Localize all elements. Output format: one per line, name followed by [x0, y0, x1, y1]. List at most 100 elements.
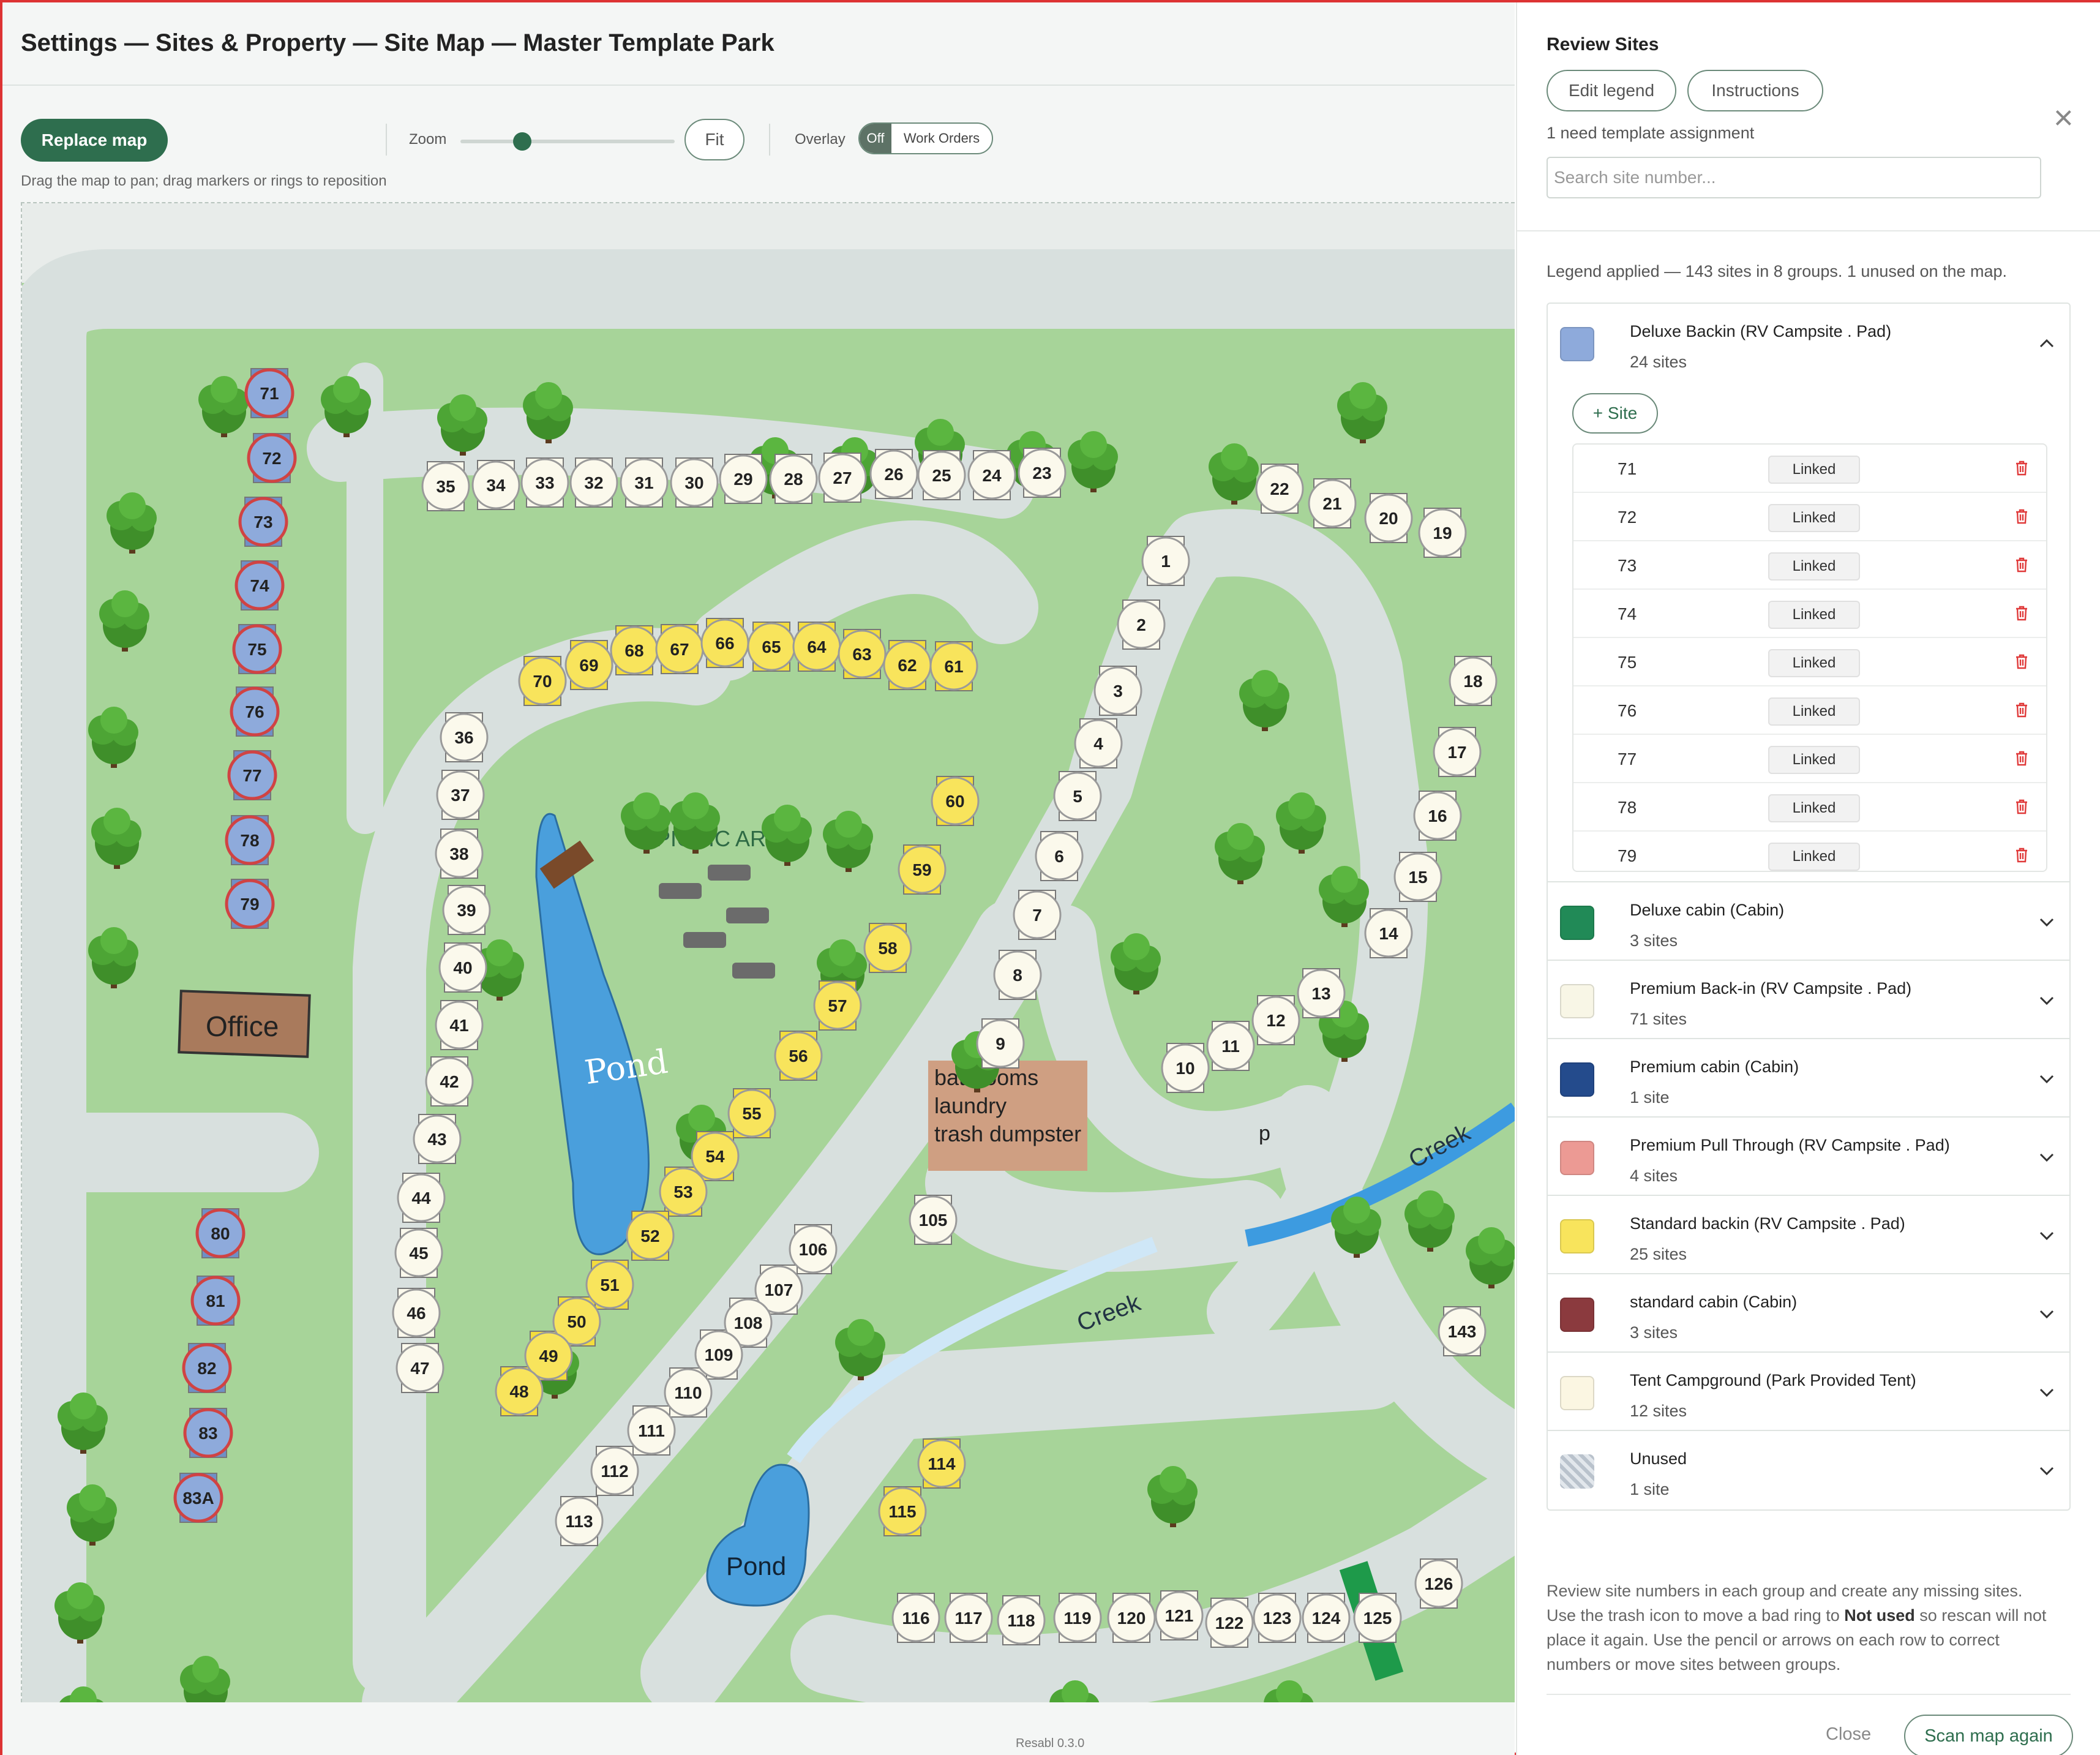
- site-search-input[interactable]: [1547, 157, 2041, 198]
- site-marker[interactable]: 74: [234, 560, 285, 611]
- site-marker[interactable]: 73: [238, 497, 288, 547]
- site-marker[interactable]: 38: [435, 829, 484, 878]
- site-marker[interactable]: 46: [392, 1288, 441, 1337]
- site-marker[interactable]: 16: [1413, 791, 1462, 840]
- site-marker[interactable]: 34: [471, 460, 520, 509]
- site-marker[interactable]: 68: [610, 626, 659, 675]
- site-marker[interactable]: 4: [1074, 719, 1123, 768]
- trash-icon[interactable]: [2014, 798, 2029, 818]
- site-row[interactable]: 72 Linked: [1573, 493, 2046, 541]
- site-marker[interactable]: 10: [1161, 1043, 1210, 1092]
- site-marker[interactable]: 26: [869, 449, 918, 498]
- site-row[interactable]: 73 Linked: [1573, 541, 2046, 590]
- site-marker[interactable]: 71: [244, 368, 294, 418]
- close-button[interactable]: Close: [1826, 1724, 1871, 1745]
- site-marker[interactable]: 20: [1364, 494, 1413, 543]
- trash-icon[interactable]: [2014, 701, 2029, 721]
- site-marker[interactable]: 12: [1251, 996, 1300, 1045]
- site-marker[interactable]: 76: [230, 686, 280, 737]
- site-marker[interactable]: 30: [670, 458, 719, 507]
- site-marker[interactable]: 119: [1053, 1593, 1102, 1642]
- legend-group[interactable]: Unused 1 site: [1548, 1431, 2069, 1509]
- site-marker[interactable]: 114: [917, 1439, 966, 1488]
- fit-button[interactable]: Fit: [684, 119, 744, 160]
- site-marker[interactable]: 124: [1302, 1593, 1351, 1642]
- site-marker[interactable]: 77: [227, 750, 277, 800]
- trash-icon[interactable]: [2014, 750, 2029, 770]
- site-marker[interactable]: 33: [520, 458, 569, 507]
- site-marker[interactable]: 21: [1308, 479, 1357, 528]
- site-marker[interactable]: 66: [700, 618, 749, 667]
- site-marker[interactable]: 111: [627, 1406, 676, 1455]
- site-marker[interactable]: 125: [1353, 1593, 1402, 1642]
- overlay-off-option[interactable]: Off: [860, 124, 891, 153]
- site-marker[interactable]: 5: [1053, 772, 1102, 821]
- site-row[interactable]: 71 Linked: [1573, 445, 2046, 493]
- site-marker[interactable]: 82: [182, 1343, 232, 1393]
- site-row[interactable]: 77 Linked: [1573, 735, 2046, 783]
- site-marker[interactable]: 13: [1297, 969, 1346, 1018]
- trash-icon[interactable]: [2014, 556, 2029, 576]
- instructions-button[interactable]: Instructions: [1687, 70, 1823, 111]
- site-marker[interactable]: 47: [396, 1343, 444, 1392]
- legend-group[interactable]: Premium cabin (Cabin) 1 site: [1548, 1039, 2069, 1118]
- site-marker[interactable]: 69: [564, 641, 613, 690]
- chevron-down-icon[interactable]: [2038, 1462, 2056, 1485]
- trash-icon[interactable]: [2014, 604, 2029, 625]
- site-marker[interactable]: 121: [1155, 1591, 1204, 1640]
- site-marker[interactable]: 113: [555, 1497, 604, 1546]
- legend-group[interactable]: Tent Campground (Park Provided Tent) 12 s…: [1548, 1353, 2069, 1431]
- site-marker[interactable]: 45: [394, 1228, 443, 1277]
- zoom-slider[interactable]: [460, 140, 675, 143]
- trash-icon[interactable]: [2014, 459, 2029, 479]
- site-marker[interactable]: 29: [719, 454, 768, 503]
- site-row[interactable]: 78 Linked: [1573, 783, 2046, 832]
- site-marker[interactable]: 83: [183, 1408, 233, 1458]
- site-map-image[interactable]: bathrooms laundry trash dumpster Office …: [22, 203, 1515, 1702]
- site-marker[interactable]: 15: [1393, 852, 1442, 901]
- chevron-up-icon[interactable]: [2038, 334, 2056, 358]
- site-marker[interactable]: 35: [421, 462, 470, 511]
- legend-group[interactable]: Premium Pull Through (RV Campsite . Pad)…: [1548, 1118, 2069, 1196]
- site-marker[interactable]: 106: [789, 1225, 838, 1274]
- site-marker[interactable]: 39: [442, 885, 491, 934]
- site-marker[interactable]: 6: [1035, 832, 1084, 881]
- site-marker[interactable]: 109: [694, 1330, 743, 1379]
- site-marker[interactable]: 18: [1449, 656, 1498, 705]
- site-row[interactable]: 75 Linked: [1573, 638, 2046, 686]
- site-marker[interactable]: 9: [976, 1019, 1025, 1068]
- site-marker[interactable]: 72: [247, 433, 297, 483]
- site-marker[interactable]: 32: [569, 458, 618, 507]
- site-marker[interactable]: 105: [909, 1195, 958, 1244]
- site-marker[interactable]: 61: [929, 642, 978, 691]
- site-marker[interactable]: 2: [1117, 600, 1166, 649]
- site-row[interactable]: 76 Linked: [1573, 686, 2046, 735]
- site-marker[interactable]: 117: [944, 1593, 993, 1642]
- chevron-down-icon[interactable]: [2038, 1227, 2056, 1250]
- overlay-work-orders-option[interactable]: Work Orders: [891, 124, 992, 153]
- site-marker[interactable]: 44: [397, 1173, 446, 1222]
- legend-group[interactable]: Deluxe cabin (Cabin) 3 sites: [1548, 882, 2069, 961]
- site-marker[interactable]: 64: [792, 622, 841, 671]
- site-marker[interactable]: 28: [769, 454, 818, 503]
- edit-legend-button[interactable]: Edit legend: [1547, 70, 1676, 111]
- scan-map-again-button[interactable]: Scan map again: [1904, 1715, 2073, 1755]
- site-marker[interactable]: 57: [813, 981, 862, 1030]
- site-marker[interactable]: 60: [931, 776, 980, 825]
- replace-map-button[interactable]: Replace map: [21, 119, 168, 162]
- legend-group[interactable]: Premium Back-in (RV Campsite . Pad) 71 si…: [1548, 961, 2069, 1039]
- site-marker[interactable]: 25: [917, 451, 966, 500]
- add-site-button[interactable]: + Site: [1572, 393, 1658, 434]
- site-marker[interactable]: 8: [993, 950, 1042, 999]
- site-marker[interactable]: 78: [225, 815, 275, 865]
- site-marker[interactable]: 65: [747, 622, 796, 671]
- site-marker[interactable]: 43: [413, 1114, 462, 1163]
- site-marker[interactable]: 7: [1013, 890, 1062, 939]
- legend-group[interactable]: standard cabin (Cabin) 3 sites: [1548, 1274, 2069, 1353]
- trash-icon[interactable]: [2014, 653, 2029, 673]
- site-marker[interactable]: 52: [626, 1211, 675, 1260]
- site-marker[interactable]: 123: [1253, 1593, 1302, 1642]
- chevron-down-icon[interactable]: [2038, 913, 2056, 936]
- site-marker[interactable]: 41: [435, 1001, 484, 1050]
- site-marker[interactable]: 81: [190, 1276, 241, 1326]
